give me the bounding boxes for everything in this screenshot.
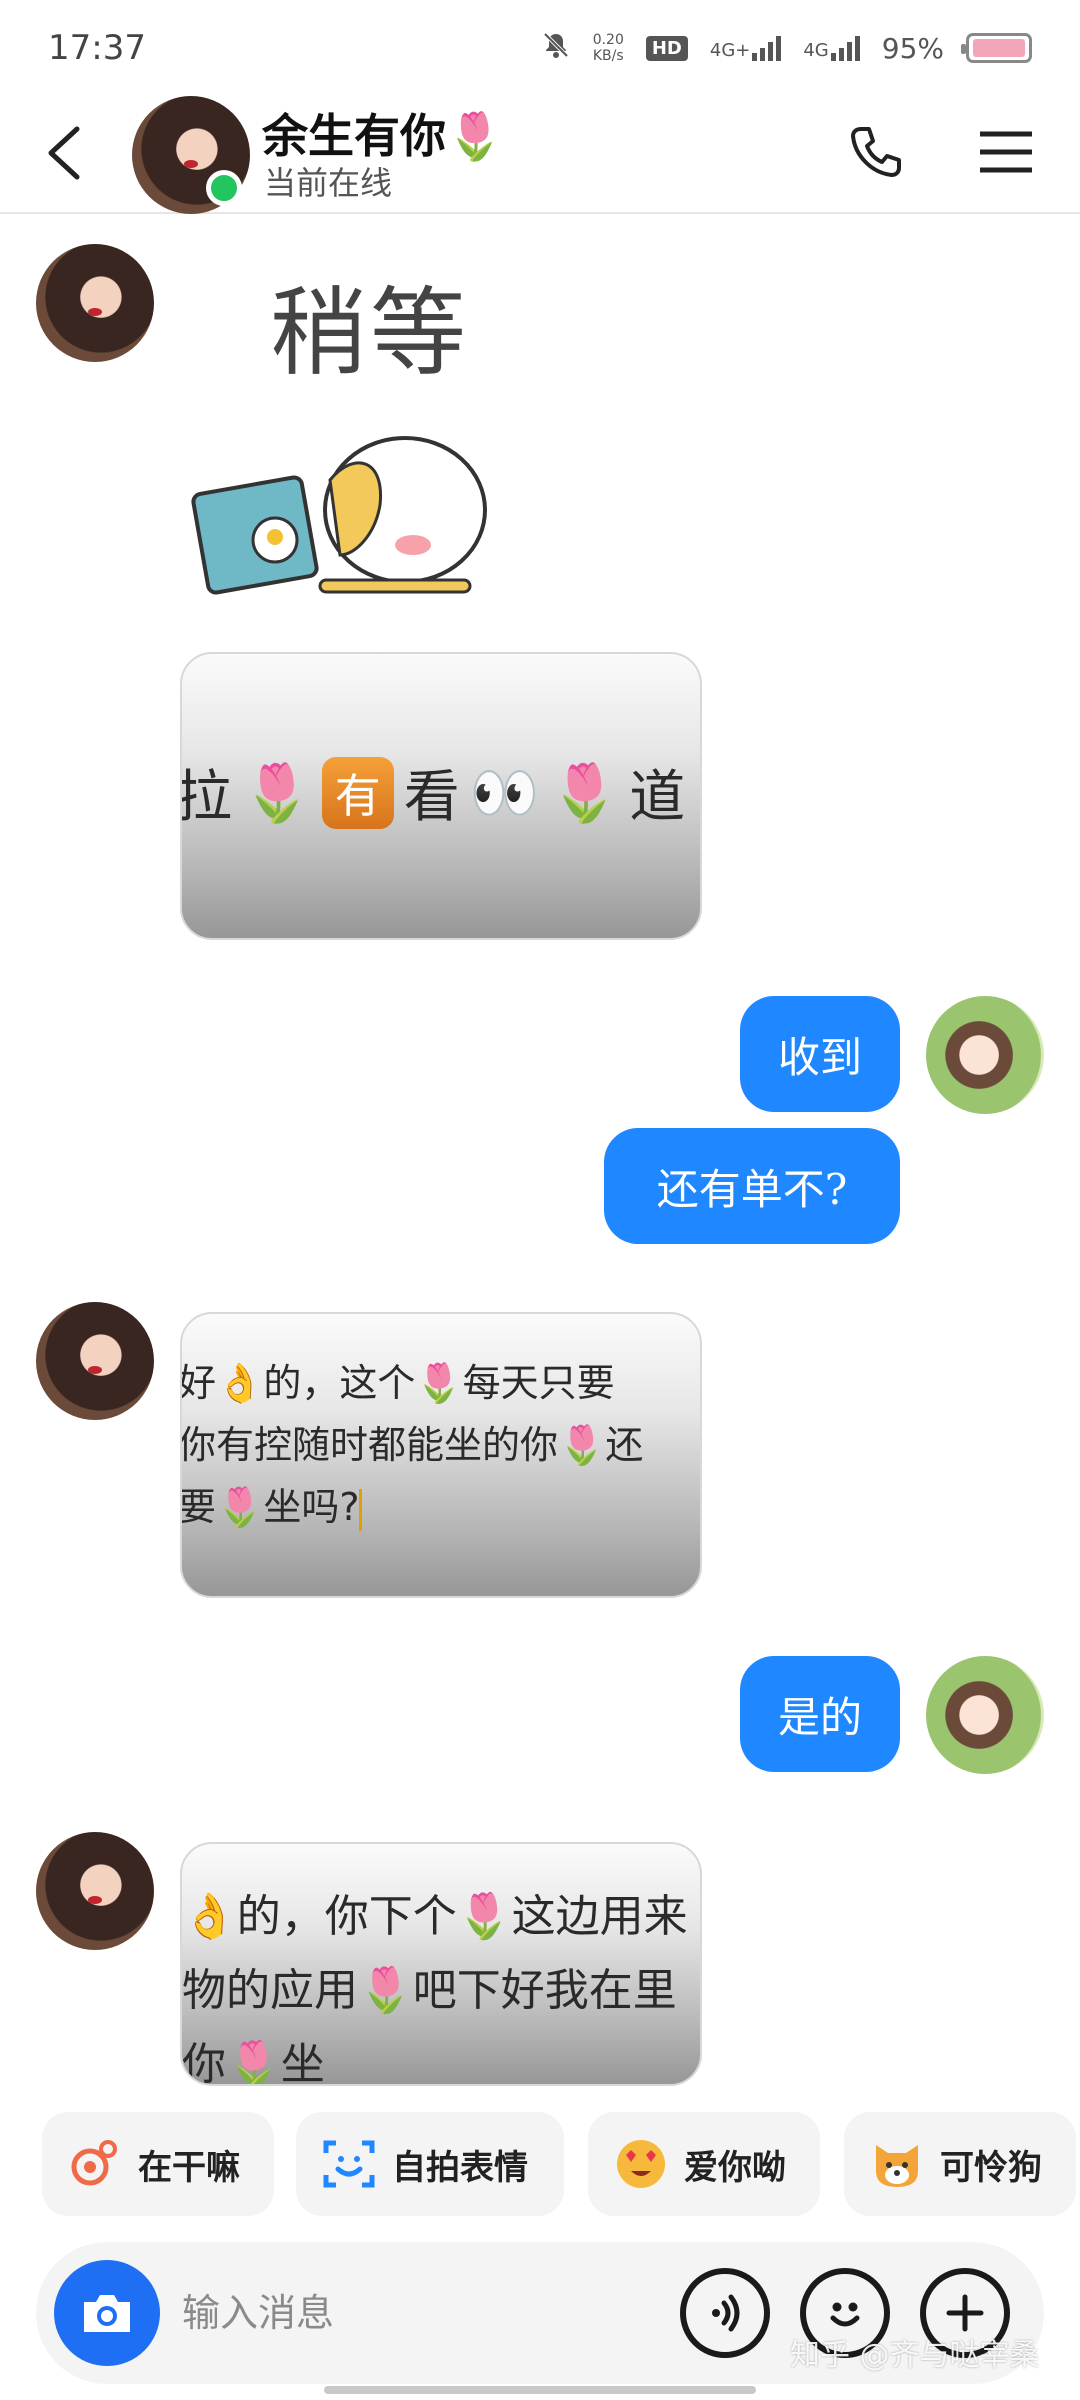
camera-button[interactable] (54, 2260, 160, 2366)
phone-icon (851, 127, 901, 177)
my-avatar[interactable] (926, 996, 1044, 1114)
quick-reply-label: 爱你呦 (684, 2147, 786, 2188)
menu-button[interactable] (970, 116, 1042, 188)
quick-reply-label: 可怜狗 (940, 2147, 1042, 2188)
eyes-icon: 👀 (469, 760, 540, 826)
selfie-face-icon (322, 2137, 376, 2191)
message-bubble-outgoing[interactable]: 是的 (740, 1656, 900, 1772)
heart-eyes-icon (614, 2137, 668, 2191)
quick-reply-chip[interactable]: 可怜狗 (844, 2112, 1076, 2216)
message-bubble-outgoing[interactable]: 收到 (740, 996, 900, 1112)
message-input[interactable] (182, 2282, 542, 2344)
pitiful-dog-icon (870, 2137, 924, 2191)
image-message-2-text: 好👌的，这个🌷每天只要 你有控随时都能坐的你🌷还 要🌷坐吗? (180, 1361, 644, 1531)
typing-bird-sticker-icon (191, 436, 487, 595)
net-speed-value: 0.20 (592, 32, 624, 48)
mute-icon (541, 30, 571, 67)
quick-reply-chip[interactable]: 在干嘛 (42, 2112, 274, 2216)
battery-icon (961, 33, 1032, 63)
signal-sim2: 4G (803, 35, 860, 61)
sim2-type: 4G (803, 40, 829, 61)
camera-icon (84, 2295, 130, 2332)
contact-avatar-msg[interactable] (36, 244, 154, 362)
image-message-1[interactable]: 拉 🌷 有 看 👀 🌷 道 (180, 652, 702, 940)
tulip-icon: 🌷 (242, 760, 312, 826)
signal-bars-icon (752, 35, 782, 61)
my-avatar[interactable] (926, 1656, 1044, 1774)
sim1-type: 4G+ (709, 40, 751, 61)
online-status-dot (206, 170, 242, 206)
quick-reply-chip[interactable]: 自拍表情 (296, 2112, 564, 2216)
voice-button[interactable] (680, 2268, 770, 2358)
battery-percent: 95% (881, 31, 944, 65)
net-speed-unit: KB/s (592, 48, 624, 64)
message-bubble-outgoing[interactable]: 还有单不? (604, 1128, 900, 1244)
signal-bars-icon (830, 35, 860, 61)
back-arrow-icon (48, 126, 80, 180)
back-button[interactable] (30, 118, 100, 188)
contact-name[interactable]: 余生有你🌷 (262, 100, 503, 166)
contact-status: 当前在线 (264, 164, 393, 202)
watermark: 知乎 @齐与哒宰桑 (790, 2338, 1040, 2373)
sticker-message[interactable]: 稍等 (180, 255, 510, 615)
menu-icon (980, 131, 1032, 173)
home-indicator[interactable] (324, 2386, 756, 2394)
tulip-icon: 🌷 (549, 760, 620, 826)
doing-what-icon (68, 2137, 122, 2191)
contact-avatar-msg[interactable] (36, 1302, 154, 1420)
image-message-3[interactable]: 👌的，你下个🌷这边用来 物的应用🌷吧下好我在里 你🌷坐 (180, 1842, 702, 2086)
plus-icon (946, 2294, 984, 2332)
quick-reply-label: 自拍表情 (392, 2147, 528, 2188)
quick-reply-chip[interactable]: 爱你呦 (588, 2112, 820, 2216)
image-message-1-text: 拉 🌷 有 看 👀 🌷 道 (182, 752, 685, 833)
status-icons: 0.20 KB/s HD 4G+ 4G 95% (541, 30, 1032, 67)
net-speed: 0.20 KB/s (593, 32, 624, 64)
chat-header: 余生有你🌷 当前在线 (0, 96, 1080, 214)
call-button[interactable] (840, 116, 912, 188)
status-time: 17:37 (48, 28, 146, 68)
signal-sim1: 4G+ (709, 35, 782, 61)
status-bar: 17:37 0.20 KB/s HD 4G+ 4G 95% (0, 0, 1080, 96)
image-message-2[interactable]: 好👌的，这个🌷每天只要 你有控随时都能坐的你🌷还 要🌷坐吗? (180, 1312, 702, 1598)
hd-badge: HD (645, 35, 688, 61)
quick-reply-label: 在干嘛 (138, 2147, 240, 2188)
contact-avatar-msg[interactable] (36, 1832, 154, 1950)
voice-icon (712, 2294, 740, 2332)
image-message-3-text: 👌的，你下个🌷这边用来 物的应用🌷吧下好我在里 你🌷坐 (182, 1891, 688, 2086)
text-cursor (359, 1488, 363, 1531)
quick-reply-row: 在干嘛 自拍表情 爱你呦 可怜狗 (0, 2112, 1080, 2220)
